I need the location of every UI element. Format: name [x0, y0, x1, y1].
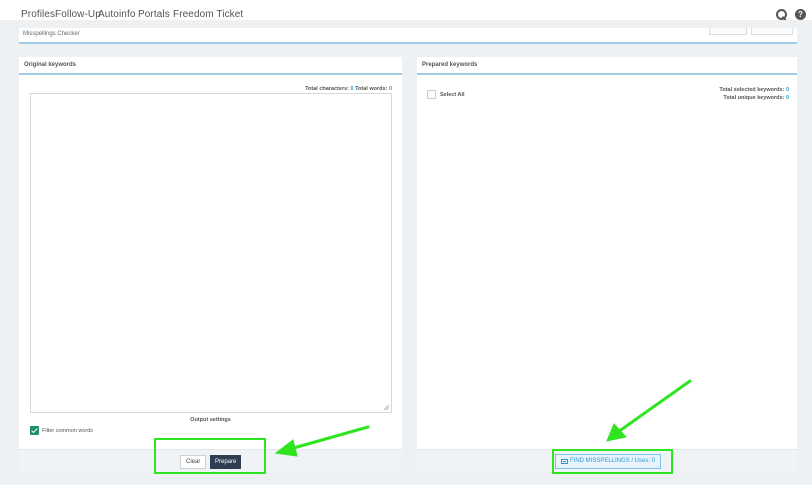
help-icon[interactable]: ?: [795, 9, 806, 20]
search-icon[interactable]: [776, 9, 787, 20]
nav-item-portals[interactable]: Portals: [138, 9, 170, 20]
clear-button[interactable]: Clear: [180, 455, 207, 469]
keywords-textarea[interactable]: [30, 93, 392, 413]
top-navigation: Profiles Follow-Up Autoinfo Portals Free…: [0, 0, 812, 20]
prepare-button[interactable]: Prepare: [210, 455, 242, 469]
total-words-value: 0: [388, 86, 392, 92]
keyboard-icon: [561, 459, 568, 464]
selected-keywords-value: 0: [785, 87, 789, 93]
total-words-label: Total words:: [355, 86, 388, 92]
select-all-label: Select All: [440, 91, 465, 98]
panel-header: Original keywords: [19, 57, 402, 75]
panel-title: Original keywords: [24, 62, 77, 68]
find-misspellings-button[interactable]: FIND MISSPELLINGS / Uses: 0: [555, 454, 662, 469]
find-misspellings-label: FIND MISSPELLINGS / Uses: 0: [570, 458, 656, 464]
select-all-checkbox[interactable]: [427, 90, 436, 99]
filter-checkbox[interactable]: [30, 426, 39, 435]
checker-title-bar: Misspellings Checker: [19, 28, 797, 44]
select-all[interactable]: Select All: [427, 90, 465, 99]
output-settings-label: Output settings: [190, 417, 231, 423]
left-panel-footer: Clear Prepare: [19, 449, 402, 474]
unique-keywords-value: 0: [785, 95, 789, 101]
prepared-keywords-panel: Prepared keywords Select All Total selec…: [417, 57, 797, 474]
original-keywords-panel: Original keywords Total characters: 0 To…: [19, 57, 402, 474]
toolbar-button[interactable]: [709, 28, 747, 35]
total-characters-label: Total characters:: [305, 86, 349, 92]
unique-keywords-label: Total unique keywords:: [723, 95, 785, 101]
nav-item-follow-up[interactable]: Follow-Up: [55, 9, 101, 20]
right-panel-footer: FIND MISSPELLINGS / Uses: 0: [417, 449, 797, 474]
page-title: Misspellings Checker: [23, 31, 80, 37]
filter-label: Filter common words: [42, 427, 94, 434]
keyword-totals: Total selected keywords: 0 Total unique …: [719, 86, 789, 102]
filter-common-words[interactable]: Filter common words: [30, 426, 93, 435]
selected-keywords-label: Total selected keywords:: [719, 87, 785, 93]
total-characters-value: 0: [350, 86, 354, 92]
panel-title: Prepared keywords: [422, 62, 478, 68]
character-word-counts: Total characters: 0 Total words: 0: [305, 86, 392, 92]
toolbar-button[interactable]: [751, 28, 793, 35]
nav-item-freedom-ticket[interactable]: Freedom Ticket: [173, 9, 243, 20]
nav-item-autoinfo[interactable]: Autoinfo: [98, 9, 136, 20]
nav-item-profiles[interactable]: Profiles: [21, 9, 55, 20]
panel-header: Prepared keywords: [417, 57, 797, 75]
